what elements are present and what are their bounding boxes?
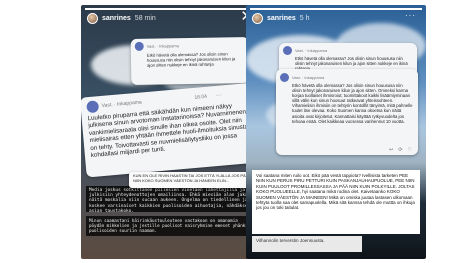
retweet-icon[interactable]: ⟳ xyxy=(398,147,402,153)
post-time: 5 h xyxy=(299,14,310,22)
commenter-avatar xyxy=(134,41,144,51)
username[interactable]: sanrines xyxy=(102,15,131,22)
avatar[interactable] xyxy=(87,12,98,24)
reply-icon[interactable]: ↩ xyxy=(389,147,393,153)
story-progress-bar xyxy=(85,8,257,10)
signature-block: Vilhannolin terverstin Joensuusta. xyxy=(252,236,362,252)
story-header: sanrines 58 min ✕ xyxy=(87,9,255,24)
comment-text: Etkö hävetä olla olemassa? Jos olisin si… xyxy=(292,83,413,124)
more-options-icon[interactable]: ··· xyxy=(405,11,416,20)
reply-caps-card: KUN EN OLE RIVIN HAASTIN TAI JOS ETTÄ YL… xyxy=(129,172,259,188)
comment-meta: Vast. · Inkappama xyxy=(101,99,142,109)
story-right: sanrines 5 h ··· Vast. · Inkappama Etkö … xyxy=(246,5,426,259)
comment-card-big: Vast. · Inkappama Etkö hävetä olla olema… xyxy=(276,69,418,155)
more-icon[interactable]: ··· xyxy=(216,92,223,99)
comment-actions: ↩ ⟳ ♡ xyxy=(389,147,412,153)
caption-dark: Media joskus sotkittanee piilesien vieet… xyxy=(86,186,256,214)
username[interactable]: sanrines xyxy=(267,15,296,22)
comment-card-small: Vast. · Inkappama Etkö hävetä olla olema… xyxy=(130,36,250,86)
commenter-avatar xyxy=(280,73,289,82)
message-block: Voi saatana miten ruilo oot. Eikö pää ve… xyxy=(252,170,420,234)
comment-meta: Vast. · Inkappama xyxy=(295,48,328,53)
story-progress-bar xyxy=(250,8,422,10)
commenter-avatar xyxy=(283,46,292,55)
story-header: sanrines 5 h ··· xyxy=(252,11,420,24)
story-left: sanrines 58 min ✕ Vast. · Inkappama Etkö… xyxy=(81,5,261,259)
screenshot-pair: sanrines 58 min ✕ Vast. · Inkappama Etkö… xyxy=(0,0,468,263)
avatar[interactable] xyxy=(252,12,263,24)
comment-meta: Vast. · Inkappama xyxy=(146,43,179,49)
comment-card-big: Vast. · Inkappama 16.04 ··· Luuletko pir… xyxy=(81,82,261,178)
comment-text: Etkö hävetä olla olemassa? Jos olisin si… xyxy=(146,51,236,68)
post-time: 58 min xyxy=(134,14,156,22)
comment-meta: Vast. · Inkappama xyxy=(292,75,325,80)
comment-date: 16.04 xyxy=(194,93,208,101)
like-icon[interactable]: ♡ xyxy=(408,147,412,153)
caption-bottom: Minun saamastani häirinkäustouleuteen va… xyxy=(86,216,256,236)
